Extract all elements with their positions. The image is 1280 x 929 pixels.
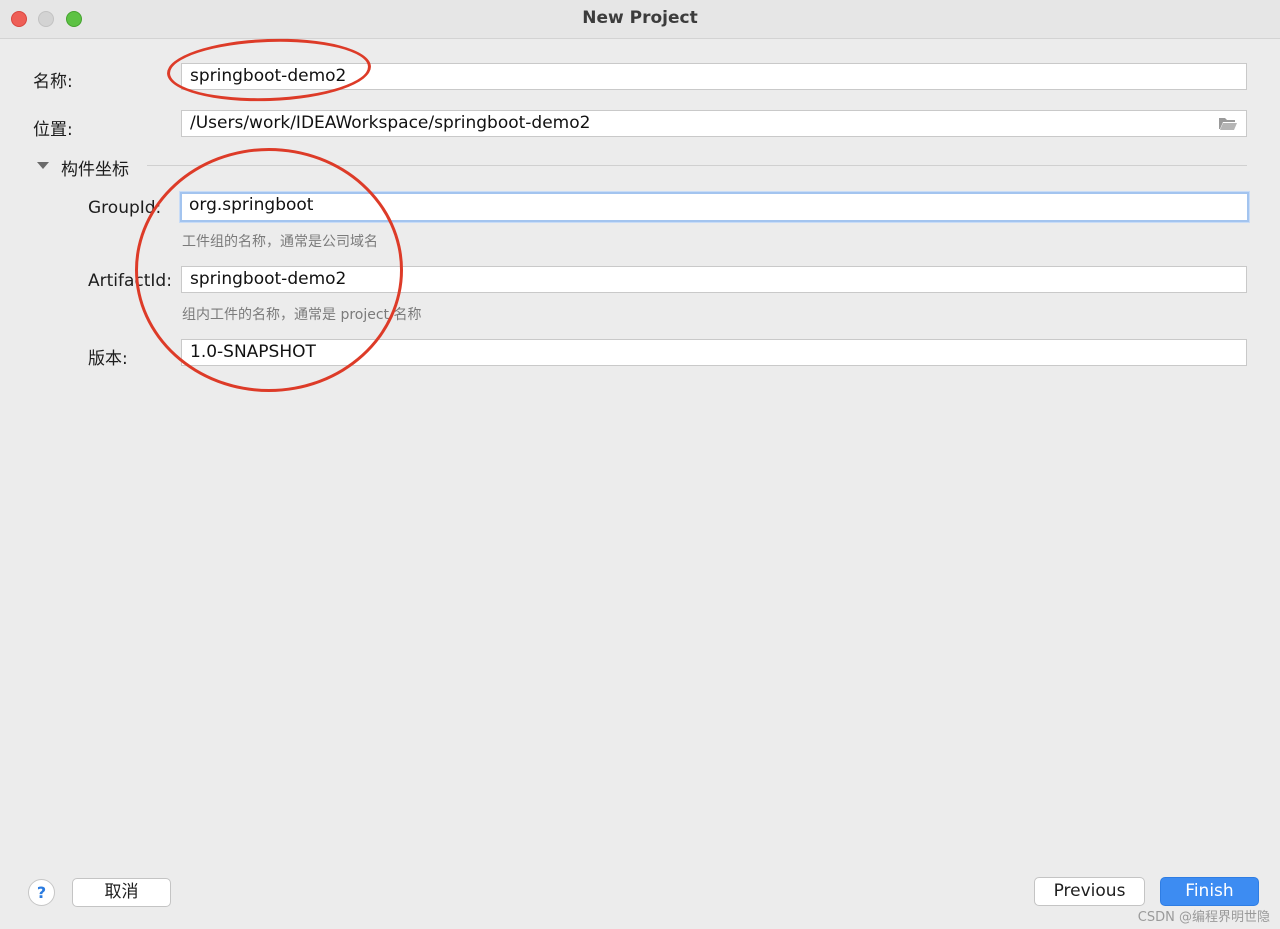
finish-button[interactable]: Finish [1160,877,1259,906]
triangle-down-icon [37,162,49,169]
groupid-input[interactable]: org.springboot [180,192,1249,222]
name-input[interactable]: springboot-demo2 [181,63,1247,90]
location-label: 位置: [33,120,73,140]
groupid-hint: 工件组的名称，通常是公司域名 [182,234,378,250]
version-label: 版本: [88,349,128,369]
watermark-text: CSDN @编程界明世隐 [1137,910,1270,925]
groupid-label: GroupId: [88,198,162,218]
cancel-button[interactable]: 取消 [72,878,171,907]
window-title: New Project [582,8,698,28]
previous-button[interactable]: Previous [1034,877,1145,906]
section-divider [147,165,1247,166]
help-button[interactable]: ? [28,879,55,906]
section-title: 构件坐标 [61,160,129,180]
location-value: /Users/work/IDEAWorkspace/springboot-dem… [190,113,591,133]
folder-open-icon[interactable] [1218,115,1238,131]
location-input[interactable]: /Users/work/IDEAWorkspace/springboot-dem… [181,110,1247,137]
artifactid-label: ArtifactId: [88,271,172,291]
title-bar: New Project [0,0,1280,39]
artifactid-hint: 组内工件的名称，通常是 project 名称 [182,307,422,323]
artifactid-input[interactable]: springboot-demo2 [181,266,1247,293]
name-label: 名称: [33,72,73,92]
version-input[interactable]: 1.0-SNAPSHOT [181,339,1247,366]
